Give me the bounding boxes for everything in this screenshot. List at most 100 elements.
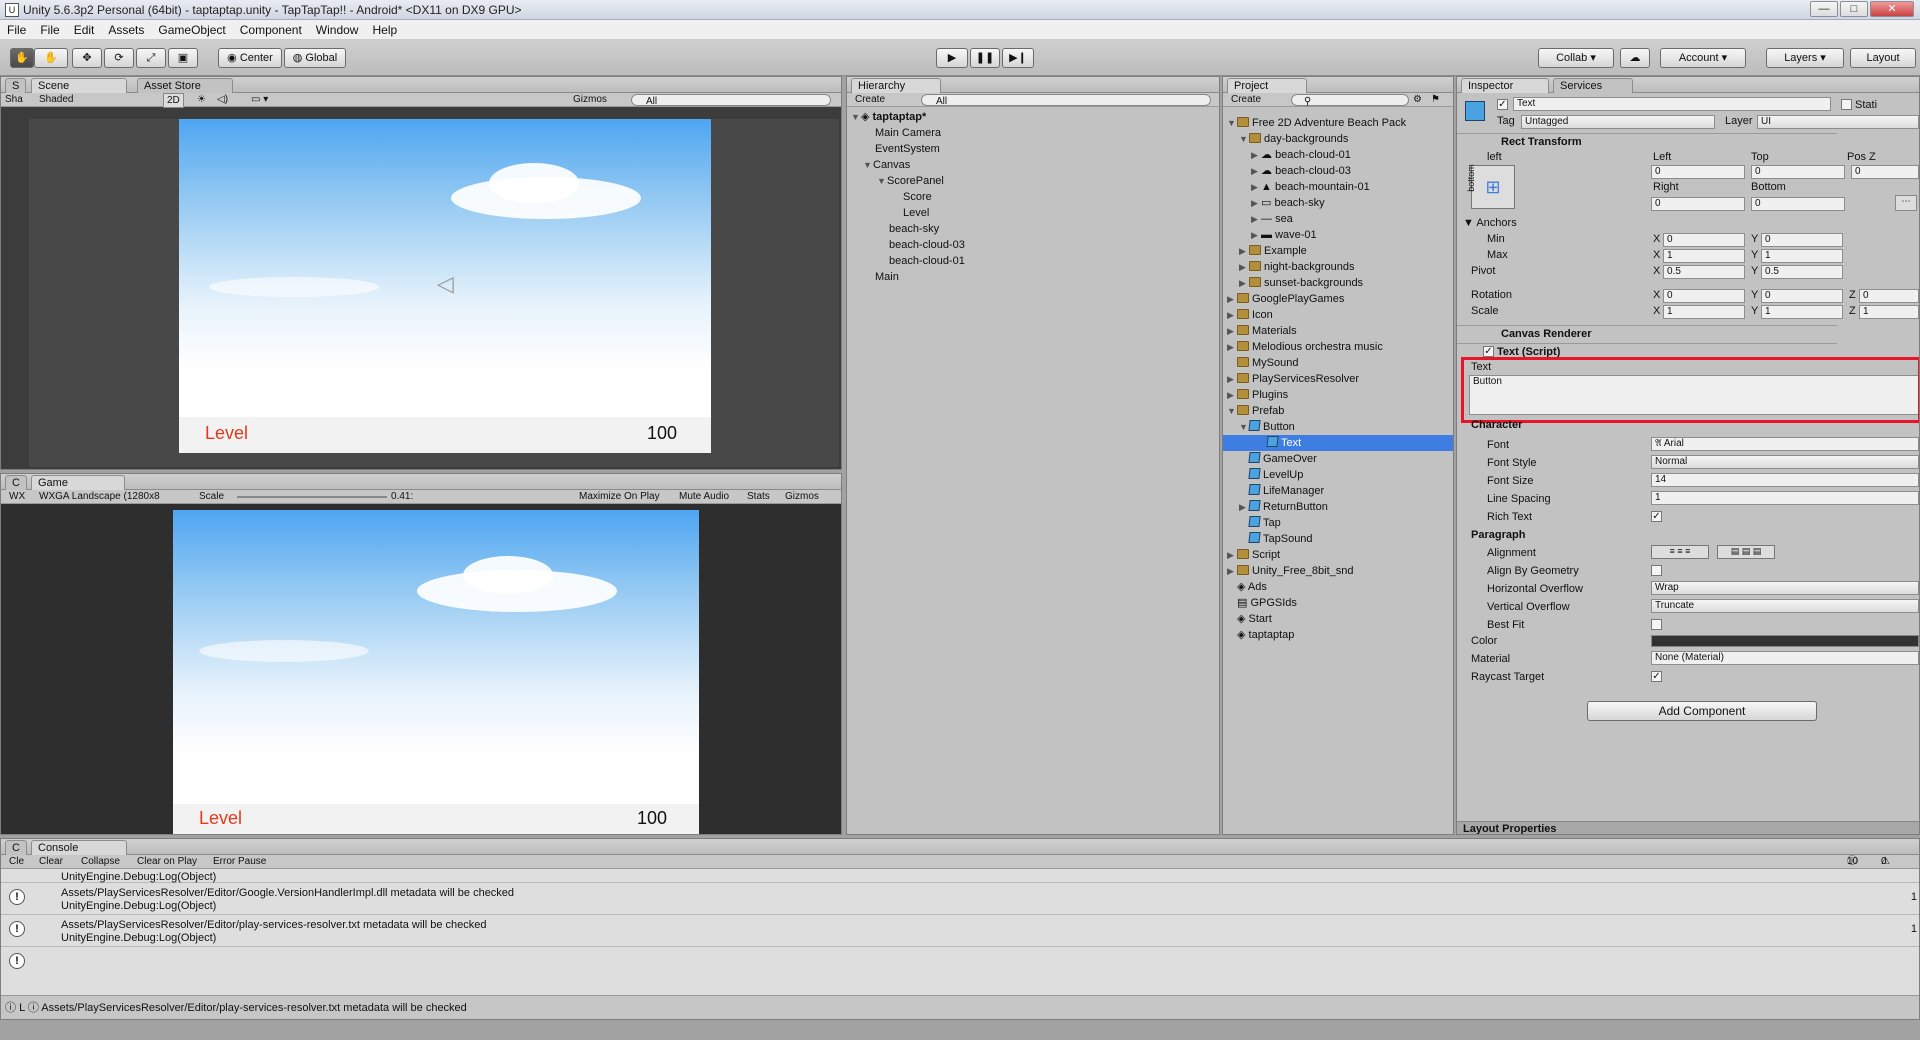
console-clear-button[interactable]: Clear (39, 855, 63, 868)
global-space-button[interactable]: ◍ Global (284, 48, 346, 68)
rect-transform-header[interactable]: Rect Transform (1457, 133, 1837, 150)
tag-dropdown[interactable]: Untagged (1521, 115, 1715, 129)
active-checkbox[interactable]: ✓ (1497, 99, 1508, 110)
hand-tool-button[interactable]: ✋ (10, 48, 34, 68)
anchor-min-x[interactable]: 0 (1663, 233, 1745, 247)
layer-dropdown[interactable]: UI (1757, 115, 1919, 129)
light-icon[interactable]: ☀ (197, 93, 206, 106)
filter-type-icon[interactable]: ⚙ (1413, 93, 1422, 106)
project-asset[interactable]: ▶ ▬ wave-01 (1251, 227, 1317, 243)
hierarchy-search-input[interactable]: All (921, 94, 1211, 107)
object-name-field[interactable]: Text (1513, 97, 1831, 111)
project-prefab[interactable]: Tap (1248, 515, 1281, 531)
project-folder[interactable]: ▶ GooglePlayGames (1227, 291, 1344, 307)
hierarchy-item[interactable]: EventSystem (875, 141, 940, 157)
tab-console-c[interactable]: C (5, 840, 27, 855)
static-checkbox[interactable] (1841, 99, 1852, 110)
console-clear-on-play-toggle[interactable]: Clear on Play (137, 855, 197, 868)
hierarchy-item[interactable]: beach-cloud-01 (889, 253, 965, 269)
console-entry[interactable]: ! Assets/PlayServicesResolver/Editor/Goo… (1, 883, 1919, 915)
project-folder[interactable]: ▶ Unity_Free_8bit_snd (1227, 563, 1354, 579)
image-effects-icon[interactable]: ▭ ▾ (251, 93, 268, 106)
cloud-button[interactable]: ☁ (1620, 48, 1650, 68)
pause-button[interactable]: ❚❚ (970, 48, 1000, 68)
project-prefab[interactable]: LifeManager (1248, 483, 1324, 499)
project-asset[interactable]: ▶ ☁ beach-cloud-03 (1251, 163, 1351, 179)
project-scene[interactable]: ◈ Ads (1237, 579, 1267, 595)
menu-component[interactable]: Component (233, 23, 309, 37)
console-collapse-toggle[interactable]: Collapse (81, 855, 120, 868)
stats-toggle[interactable]: Stats (747, 490, 770, 503)
console-cle-button[interactable]: Cle (9, 855, 24, 868)
project-asset[interactable]: ▶ ☁ beach-cloud-01 (1251, 147, 1351, 163)
project-search-input[interactable]: ⚲ (1291, 94, 1409, 107)
game-view[interactable]: Level 100 (173, 510, 699, 834)
layout-dropdown[interactable]: Layout (1850, 48, 1916, 68)
tab-inspector[interactable]: Inspector (1461, 78, 1549, 93)
project-folder[interactable]: ▶ Melodious orchestra music (1227, 339, 1383, 355)
align-geometry-checkbox[interactable] (1651, 565, 1662, 576)
project-prefab[interactable]: ▼ Button (1239, 419, 1295, 435)
hierarchy-item[interactable]: Level (903, 205, 929, 221)
project-prefab[interactable]: GameOver (1248, 451, 1317, 467)
maximize-button[interactable]: □ (1840, 1, 1868, 17)
best-fit-checkbox[interactable] (1651, 619, 1662, 630)
raw-edit-button[interactable]: ⋯ (1895, 195, 1917, 211)
tab-c[interactable]: C (5, 475, 27, 490)
audio-icon[interactable]: ◁) (217, 93, 228, 106)
project-folder[interactable]: ▼ Prefab (1227, 403, 1284, 419)
layout-properties-bar[interactable]: Layout Properties (1457, 821, 1919, 834)
close-button[interactable]: ✕ (1870, 1, 1914, 17)
font-style-dropdown[interactable]: Normal (1651, 455, 1919, 469)
play-button[interactable]: ▶ (936, 48, 968, 68)
tab-s[interactable]: S (5, 78, 27, 93)
project-folder[interactable]: ▼ Free 2D Adventure Beach Pack (1227, 115, 1406, 131)
project-scene[interactable]: ◈ taptaptap (1237, 627, 1294, 643)
font-field[interactable]: 𝔄 Arial (1651, 437, 1919, 451)
anchors-foldout[interactable]: ▼ Anchors (1463, 217, 1517, 229)
scene-search-input[interactable]: All (631, 94, 831, 107)
project-folder[interactable]: ▶ Icon (1227, 307, 1273, 323)
hierarchy-item[interactable]: Score (903, 189, 932, 205)
project-prefab-selected[interactable]: Text (1223, 435, 1453, 451)
menu-help[interactable]: Help (365, 23, 404, 37)
console-entry[interactable]: ! Assets/PlayServicesResolver/Editor/pla… (1, 915, 1919, 947)
menu-assets[interactable]: Assets (101, 23, 151, 37)
right-field[interactable]: 0 (1651, 197, 1745, 211)
account-dropdown[interactable]: Account ▾ (1660, 48, 1746, 68)
tab-services[interactable]: Services (1553, 78, 1633, 93)
h-overflow-dropdown[interactable]: Wrap (1651, 581, 1919, 595)
hierarchy-item[interactable]: ▼ScorePanel (877, 173, 944, 189)
scale-x[interactable]: 1 (1663, 305, 1745, 319)
mute-audio-toggle[interactable]: Mute Audio (679, 490, 729, 503)
project-scene[interactable]: ◈ Start (1237, 611, 1272, 627)
layers-dropdown[interactable]: Layers ▾ (1766, 48, 1844, 68)
rotation-y[interactable]: 0 (1761, 289, 1843, 303)
project-prefab[interactable]: TapSound (1248, 531, 1313, 547)
scale-slider[interactable] (237, 496, 387, 498)
tab-game[interactable]: Game (31, 475, 125, 490)
console-entry[interactable]: UnityEngine.Debug:Log(Object) (1, 869, 1919, 883)
scale-z[interactable]: 1 (1859, 305, 1919, 319)
project-folder[interactable]: ▶ Example (1239, 243, 1307, 259)
scene-game-canvas[interactable]: ◁ Level 100 (179, 119, 711, 453)
hierarchy-item[interactable]: Main Camera (875, 125, 941, 141)
status-bar[interactable]: ⓘ L ⓘ Assets/PlayServicesResolver/Editor… (1, 995, 1919, 1019)
shading-dropdown[interactable]: Shaded (39, 93, 73, 106)
game-gizmos-dropdown[interactable]: Gizmos (785, 490, 819, 503)
menu-window[interactable]: Window (309, 23, 366, 37)
hierarchy-item[interactable]: beach-sky (889, 221, 939, 237)
project-folder[interactable]: MySound (1227, 355, 1298, 371)
project-folder[interactable]: ▼ day-backgrounds (1239, 131, 1348, 147)
move-tool-button[interactable]: ✥ (72, 48, 102, 68)
rotation-x[interactable]: 0 (1663, 289, 1745, 303)
hierarchy-item[interactable]: beach-cloud-03 (889, 237, 965, 253)
console-entry[interactable]: ! (1, 947, 1919, 979)
tab-hierarchy[interactable]: Hierarchy (851, 78, 941, 93)
rect-tool-button[interactable]: ▣ (168, 48, 198, 68)
material-field[interactable]: None (Material) (1651, 651, 1919, 665)
project-asset[interactable]: ▶ ▲ beach-mountain-01 (1251, 179, 1370, 195)
tab-asset-store[interactable]: Asset Store (137, 78, 233, 93)
tab-scene[interactable]: Scene (31, 78, 127, 93)
resolution-dropdown[interactable]: WXGA Landscape (1280x8 (39, 490, 189, 503)
